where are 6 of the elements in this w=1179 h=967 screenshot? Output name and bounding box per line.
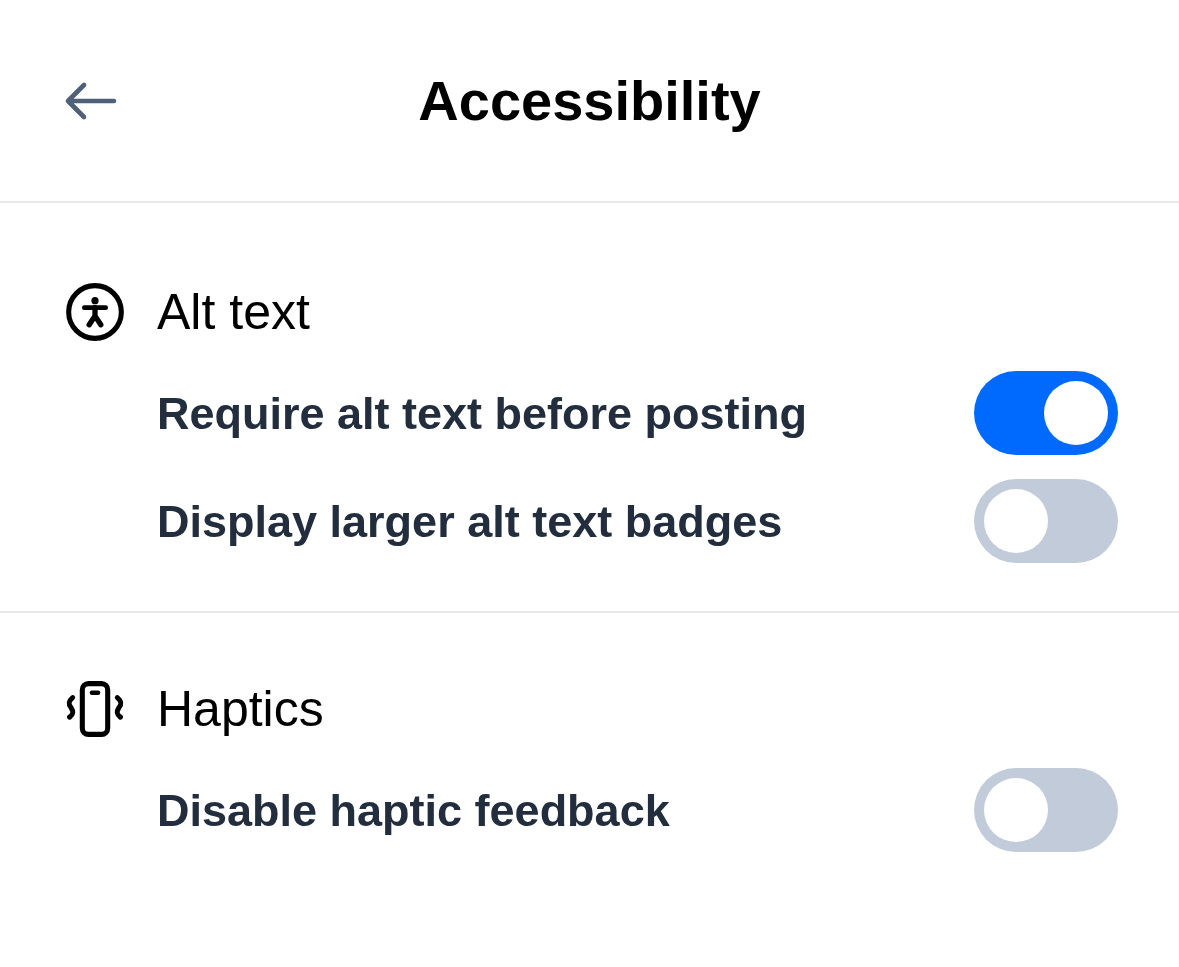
section-title: Alt text — [157, 287, 310, 337]
setting-label: Require alt text before posting — [157, 390, 808, 436]
accessibility-icon — [66, 283, 124, 341]
section-title: Haptics — [157, 684, 324, 734]
setting-label: Disable haptic feedback — [157, 787, 670, 833]
setting-label: Display larger alt text badges — [157, 498, 783, 544]
